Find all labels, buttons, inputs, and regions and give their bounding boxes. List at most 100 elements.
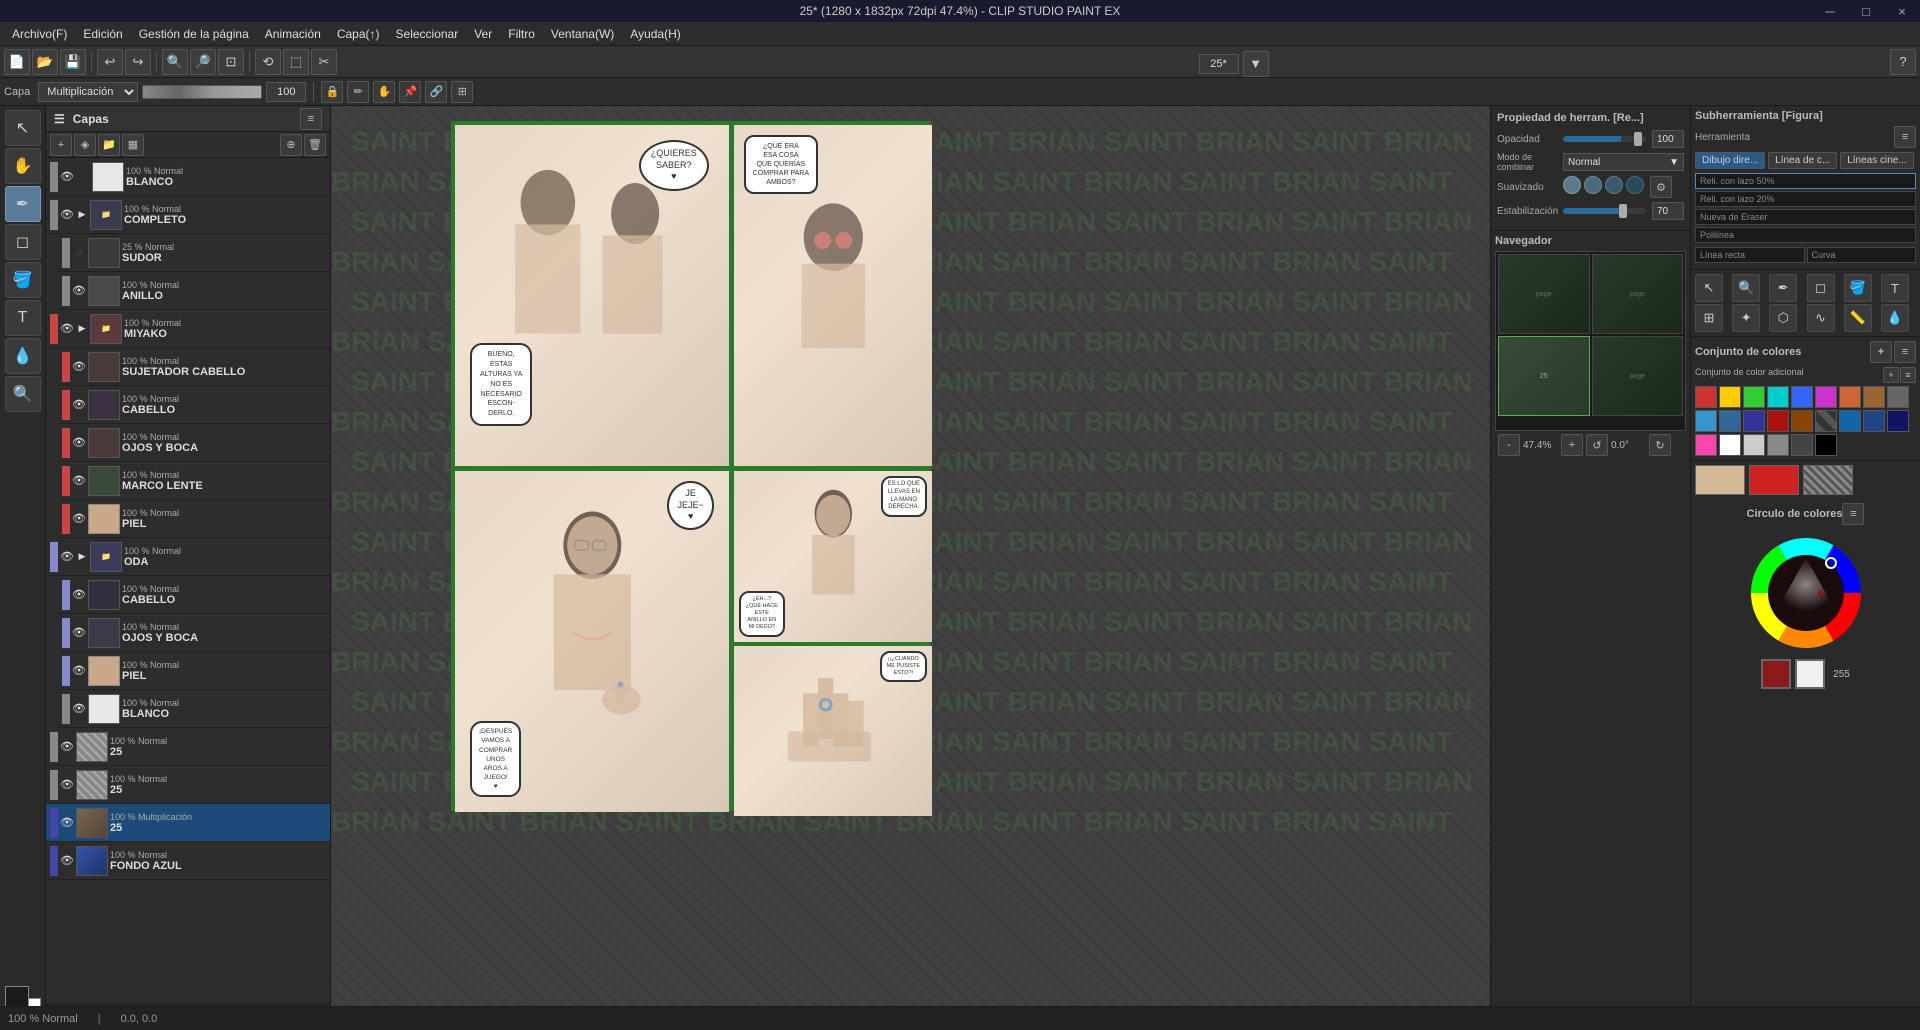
line-sample-5[interactable]: Línea recta — [1695, 247, 1805, 263]
swatch-22[interactable] — [1791, 434, 1813, 456]
layer-lock-blanco[interactable] — [76, 170, 90, 184]
swatch-0[interactable] — [1695, 386, 1717, 408]
palette-checker[interactable] — [1803, 465, 1853, 495]
swatch-21[interactable] — [1767, 434, 1789, 456]
color-wheel-menu[interactable]: ≡ — [1842, 503, 1864, 525]
move-tool[interactable]: ✋ — [5, 148, 41, 184]
new-file-button[interactable]: 📄 — [4, 49, 30, 75]
layer-item-cabello-o[interactable]: 👁 100 % Normal CABELLO — [58, 576, 330, 614]
swatch-2[interactable] — [1743, 386, 1765, 408]
swatch-10[interactable] — [1719, 410, 1741, 432]
layer-vis-piel-o[interactable]: 👁 — [72, 664, 86, 678]
menu-animacion[interactable]: Animación — [257, 25, 329, 43]
opacity-value[interactable]: 100 — [1652, 130, 1684, 148]
stabilize-slider[interactable] — [1563, 208, 1646, 214]
zoom-input[interactable] — [1199, 54, 1239, 74]
layer-item-cabello-m[interactable]: 👁 100 % Normal CABELLO — [58, 386, 330, 424]
menu-ayuda[interactable]: Ayuda(H) — [622, 25, 688, 43]
layer-item-anillo[interactable]: 👁 100 % Normal ANILLO — [58, 272, 330, 310]
transform-button[interactable]: ⟲ — [255, 49, 281, 75]
layer-vis-fondo[interactable]: 👁 — [60, 854, 74, 868]
layer-item-blanco-o[interactable]: 👁 100 % Normal BLANCO — [58, 690, 330, 728]
zoom-out-button[interactable]: 🔎 — [190, 49, 216, 75]
swatch-11[interactable] — [1743, 410, 1765, 432]
pen-tool[interactable]: ✒ — [5, 186, 41, 222]
close-button[interactable]: × — [1884, 0, 1920, 22]
lock-move-button[interactable]: ✋ — [373, 81, 395, 103]
layer-vis-miyako[interactable]: 👁 — [60, 322, 74, 336]
blend-value[interactable]: Normal ▼ — [1563, 153, 1684, 171]
layer-vis-25c[interactable]: 👁 — [60, 816, 74, 830]
eyedropper-tool[interactable]: 💧 — [5, 338, 41, 374]
canvas-area[interactable]: SAINT BRIAN SAINT BRIAN SAINT BRIAN SAIN… — [331, 106, 1490, 1030]
layer-vis-anillo[interactable]: 👁 — [72, 284, 86, 298]
layer-vis-cabello-o[interactable]: 👁 — [72, 588, 86, 602]
menu-gestion[interactable]: Gestión de la página — [131, 25, 257, 43]
palette-tan[interactable] — [1695, 465, 1745, 495]
layer-item-blanco[interactable]: 👁 100 % Normal BLANCO — [46, 158, 330, 196]
selection-button[interactable]: ⬚ — [283, 49, 309, 75]
smooth-4[interactable] — [1626, 176, 1644, 194]
tool-sm-3[interactable]: ✒ — [1769, 274, 1797, 302]
stabilize-value[interactable]: 70 — [1652, 202, 1684, 220]
delete-layer[interactable]: 🗑 — [304, 134, 326, 156]
layer-vis-25b[interactable]: 👁 — [60, 778, 74, 792]
layer-item-ojos-o[interactable]: 👁 100 % Normal OJOS Y BOCA — [58, 614, 330, 652]
zoom-tool[interactable]: 🔍 — [5, 376, 41, 412]
current-color-swatch[interactable] — [1761, 659, 1791, 689]
lock-transparent-button[interactable]: 🔒 — [321, 81, 343, 103]
layer-vis-piel-m[interactable]: 👁 — [72, 512, 86, 526]
menu-edicion[interactable]: Edición — [75, 25, 130, 43]
new-folder-layer[interactable]: 📁 — [98, 134, 120, 156]
swatch-9[interactable] — [1695, 410, 1717, 432]
tool-sm-12[interactable]: 💧 — [1881, 304, 1909, 332]
swatch-3[interactable] — [1767, 386, 1789, 408]
color-sub-expand[interactable]: + — [1883, 367, 1899, 383]
layer-item-25a[interactable]: 👁 100 % Normal 25 — [46, 728, 330, 766]
color-set-add[interactable]: + — [1870, 341, 1892, 363]
layer-item-25b[interactable]: 👁 100 % Normal 25 — [46, 766, 330, 804]
tool-sm-11[interactable]: 📏 — [1844, 304, 1872, 332]
swatch-8[interactable] — [1887, 386, 1909, 408]
layer-vis-sudor[interactable]: ○ — [72, 246, 86, 260]
smooth-1[interactable] — [1563, 176, 1581, 194]
layer-item-marco[interactable]: 👁 100 % Normal MARCO LENTE — [58, 462, 330, 500]
fill-layer[interactable]: ▦ — [122, 134, 144, 156]
menu-capa[interactable]: Capa(↑) — [329, 25, 388, 43]
merge-layer[interactable]: ⊕ — [280, 134, 302, 156]
swatch-4[interactable] — [1791, 386, 1813, 408]
redo-button[interactable]: ↪ — [125, 49, 151, 75]
layer-vis-completo[interactable]: 👁 — [60, 208, 74, 222]
nav-rotate-left[interactable]: ↺ — [1586, 434, 1608, 456]
layer-item-completo[interactable]: 👁 ▶ 📁 100 % Normal COMPLETO — [46, 196, 330, 234]
layer-vis-blanco-o[interactable]: 👁 — [72, 702, 86, 716]
tool-sm-4[interactable]: ◻ — [1807, 274, 1835, 302]
line-sample-2[interactable]: Reli. con lazo 20% — [1695, 191, 1916, 207]
layer-vis-ojos-m[interactable]: 👁 — [72, 436, 86, 450]
new-vector-layer[interactable]: ◈ — [74, 134, 96, 156]
fit-button[interactable]: ⊡ — [218, 49, 244, 75]
nav-zoom-in[interactable]: + — [1561, 434, 1583, 456]
nav-thumb-4[interactable]: page — [1592, 336, 1684, 416]
menu-seleccionar[interactable]: Seleccionar — [388, 25, 467, 43]
tool-sm-5[interactable]: 🪣 — [1844, 274, 1872, 302]
layer-item-miyako[interactable]: 👁 ▶ 📁 100 % Normal MIYAKO — [46, 310, 330, 348]
swatch-20[interactable] — [1743, 434, 1765, 456]
tool-sm-10[interactable]: ∿ — [1807, 304, 1835, 332]
tool-sm-8[interactable]: ✦ — [1732, 304, 1760, 332]
swatch-12[interactable] — [1767, 410, 1789, 432]
nav-thumb-2[interactable]: page — [1592, 254, 1684, 334]
smooth-2[interactable] — [1584, 176, 1602, 194]
layer-item-25c[interactable]: 👁 100 % Multiplicación 25 — [46, 804, 330, 842]
minimize-button[interactable]: ─ — [1812, 0, 1848, 22]
crop-button[interactable]: ✂ — [311, 49, 337, 75]
swatch-17[interactable] — [1887, 410, 1909, 432]
smooth-settings[interactable]: ⚙ — [1650, 176, 1672, 198]
nav-preview[interactable]: page page 25 p — [1495, 251, 1686, 431]
palette-red[interactable] — [1749, 465, 1799, 495]
layer-vis-marco[interactable]: 👁 — [72, 474, 86, 488]
color-set-menu[interactable]: ≡ — [1894, 341, 1916, 363]
layer-expand-miyako[interactable]: ▶ — [76, 323, 88, 335]
subtool-opt-direct[interactable]: Dibujo dire... — [1695, 152, 1765, 169]
swatch-23[interactable] — [1815, 434, 1837, 456]
